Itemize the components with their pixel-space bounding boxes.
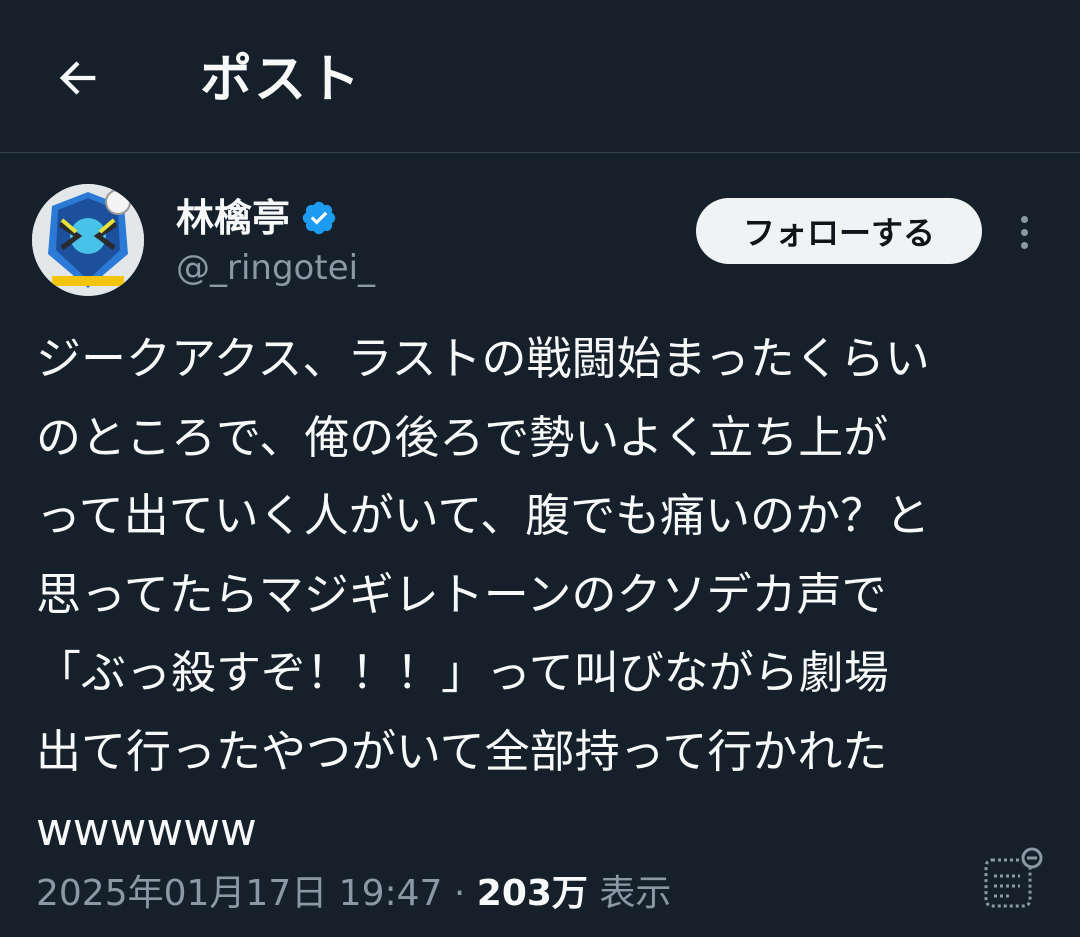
views-count: 203万	[476, 873, 588, 914]
tweet-timestamp[interactable]: 2025年01月17日 19:47	[36, 873, 442, 914]
analytics-icon[interactable]	[980, 846, 1046, 912]
views-label: 表示	[587, 873, 672, 914]
more-options-button[interactable]	[1004, 208, 1044, 256]
top-bar: ポスト	[0, 0, 1080, 153]
tweet-text: ジークアクス、ラストの戦闘始まったくらい のところで、俺の後ろで勢いよく立ち上がっ…	[36, 320, 1046, 870]
verified-badge-icon[interactable]	[300, 199, 338, 237]
meta-separator: ·	[442, 873, 477, 914]
page-title: ポスト	[200, 50, 363, 110]
author-name-text[interactable]: 林檎亭	[176, 194, 290, 242]
tweet-line: wwwwww	[36, 803, 257, 856]
back-button[interactable]	[48, 48, 108, 108]
author-display-name[interactable]: 林檎亭	[176, 194, 338, 242]
tweet-line: って出ていく人がいて、腹でも痛いのか？と	[36, 489, 931, 542]
more-vertical-icon-dot	[1020, 241, 1028, 249]
tweet-line: 思ってたらマジギレトーンのクソデカ声で	[36, 567, 887, 621]
tweet-line: 「ぶっ殺すぞ！！！」って叫びながら劇場	[36, 646, 889, 699]
tweet-line: のところで、俺の後ろで勢いよく立ち上が	[36, 410, 889, 464]
tweet-line: 出て行ったやつがいて全部持って行かれた	[36, 724, 888, 778]
author-handle[interactable]: @_ringotei_	[176, 246, 375, 290]
follow-button[interactable]: フォローする	[696, 198, 982, 264]
tweet-meta: 2025年01月17日 19:47 · 203万 表示	[36, 866, 671, 922]
more-vertical-icon-dot	[1020, 215, 1028, 223]
tweet-line: ジークアクス、ラストの戦闘始まったくらい	[36, 332, 930, 385]
arrow-left-icon	[59, 61, 96, 95]
avatar-image	[32, 184, 144, 296]
avatar[interactable]	[32, 184, 144, 296]
more-vertical-icon-dot	[1020, 228, 1028, 236]
